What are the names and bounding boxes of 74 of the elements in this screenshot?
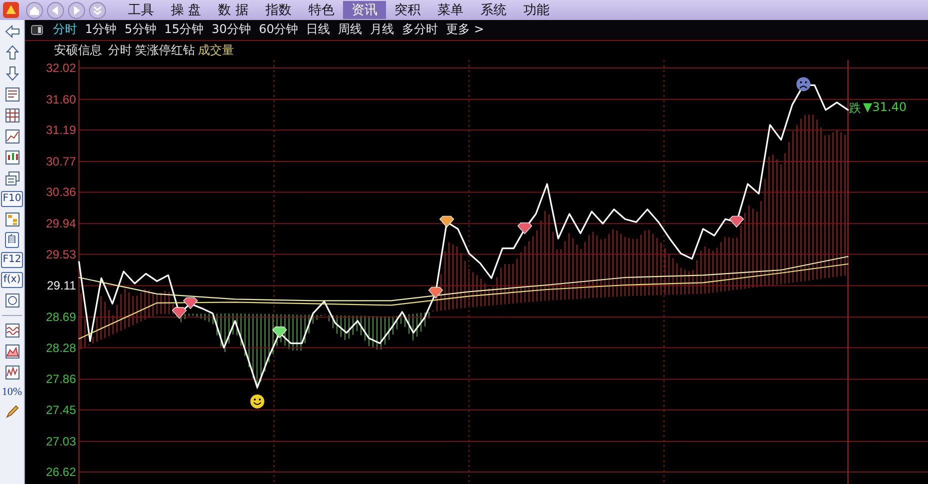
gem-icon — [183, 297, 198, 310]
price-axis-label: 32.02 — [46, 61, 76, 75]
period-tab[interactable]: 多分时 — [398, 21, 442, 38]
price-axis-label: 30.36 — [46, 185, 76, 200]
period-tab[interactable]: 60分钟 — [254, 21, 302, 38]
menu-item[interactable]: 数 据 — [210, 1, 258, 19]
indicator-label: 笑涨停红钻 — [135, 42, 195, 59]
line-chart-icon[interactable] — [4, 128, 20, 145]
frown-face-icon — [796, 77, 810, 92]
price-axis-label: 28.28 — [46, 340, 76, 355]
gem-icon — [172, 307, 187, 319]
price-axis-label: 30.77 — [46, 154, 76, 169]
up-arrow-icon[interactable] — [4, 44, 20, 61]
forward-icon[interactable] — [68, 2, 85, 18]
menu-item[interactable]: 指数 — [257, 1, 300, 19]
menu-item[interactable]: 操 盘 — [163, 1, 210, 19]
toolbar-button[interactable]: f(x) — [1, 272, 23, 288]
gem-icon — [439, 216, 454, 228]
zigzag-chart-icon[interactable] — [4, 364, 20, 381]
home-icon[interactable] — [26, 2, 43, 18]
price-axis-label: 27.86 — [46, 372, 76, 386]
panel-toggle-icon[interactable] — [31, 24, 43, 35]
toolbar-button[interactable]: 10% — [0, 385, 24, 399]
candlestick-icon[interactable] — [4, 149, 20, 166]
wave-chart-icon[interactable] — [4, 322, 20, 339]
price-axis-label: 28.69 — [46, 310, 76, 324]
tree-icon[interactable] — [4, 211, 20, 228]
gem-icon — [272, 326, 288, 338]
period-tab[interactable]: 15分钟 — [160, 21, 208, 38]
view-label: 分时 — [108, 42, 132, 59]
last-price: ▼31.40 — [863, 100, 907, 116]
period-tab[interactable]: 更多 > — [442, 21, 488, 38]
stock-name: 安硕信息 — [54, 42, 102, 59]
menu-item[interactable]: 工具 — [120, 1, 163, 19]
price-axis-label: 31.19 — [46, 123, 76, 138]
area-chart-icon[interactable] — [4, 343, 20, 360]
toolbar-button[interactable]: F10 — [0, 191, 24, 207]
price-direction: 跌 — [849, 100, 861, 117]
menu-item[interactable]: 菜单 — [429, 1, 472, 19]
price-axis-label: 27.03 — [46, 434, 76, 448]
gem-icon — [729, 216, 744, 228]
menu-item[interactable]: 特色 — [300, 1, 344, 19]
gem-icon — [517, 222, 532, 234]
windows-icon[interactable] — [4, 170, 20, 187]
table-icon[interactable] — [4, 107, 20, 124]
price-axis-label: 29.11 — [46, 278, 76, 293]
down-arrow-icon[interactable] — [4, 65, 20, 82]
period-tab[interactable]: 分时 — [49, 21, 81, 38]
period-tab[interactable]: 1分钟 — [81, 21, 121, 38]
menu-item[interactable]: 系统 — [472, 1, 516, 19]
left-arrow-icon[interactable] — [4, 23, 20, 40]
app-logo-icon[interactable] — [2, 1, 20, 19]
price-axis-label: 27.45 — [46, 402, 76, 417]
menu-item[interactable]: 功能 — [515, 1, 558, 19]
period-tab[interactable]: 月线 — [366, 21, 398, 38]
report-icon[interactable] — [4, 86, 20, 103]
period-tab[interactable]: 5分钟 — [120, 21, 160, 38]
smiley-icon — [250, 394, 264, 408]
period-tab[interactable]: 周线 — [334, 21, 366, 38]
chevron-down-icon[interactable] — [89, 2, 106, 18]
menu-item[interactable]: 资讯 — [343, 1, 386, 19]
toolbar-button[interactable]: F12 — [0, 252, 24, 268]
volume-label: 成交量 — [198, 42, 234, 59]
period-tab[interactable]: 30分钟 — [208, 21, 255, 38]
price-axis-label: 29.53 — [46, 247, 76, 262]
price-axis-label: 31.60 — [46, 92, 76, 106]
price-axis-label: 26.62 — [46, 465, 76, 479]
gem-icon — [428, 286, 444, 299]
back-icon[interactable] — [47, 2, 64, 18]
period-tab[interactable]: 日线 — [302, 21, 334, 38]
price-axis-label: 29.94 — [46, 216, 76, 231]
toolbar-button[interactable]: 自 — [5, 232, 19, 248]
pencil-icon[interactable] — [4, 403, 20, 420]
menu-item[interactable]: 突积 — [386, 1, 430, 19]
